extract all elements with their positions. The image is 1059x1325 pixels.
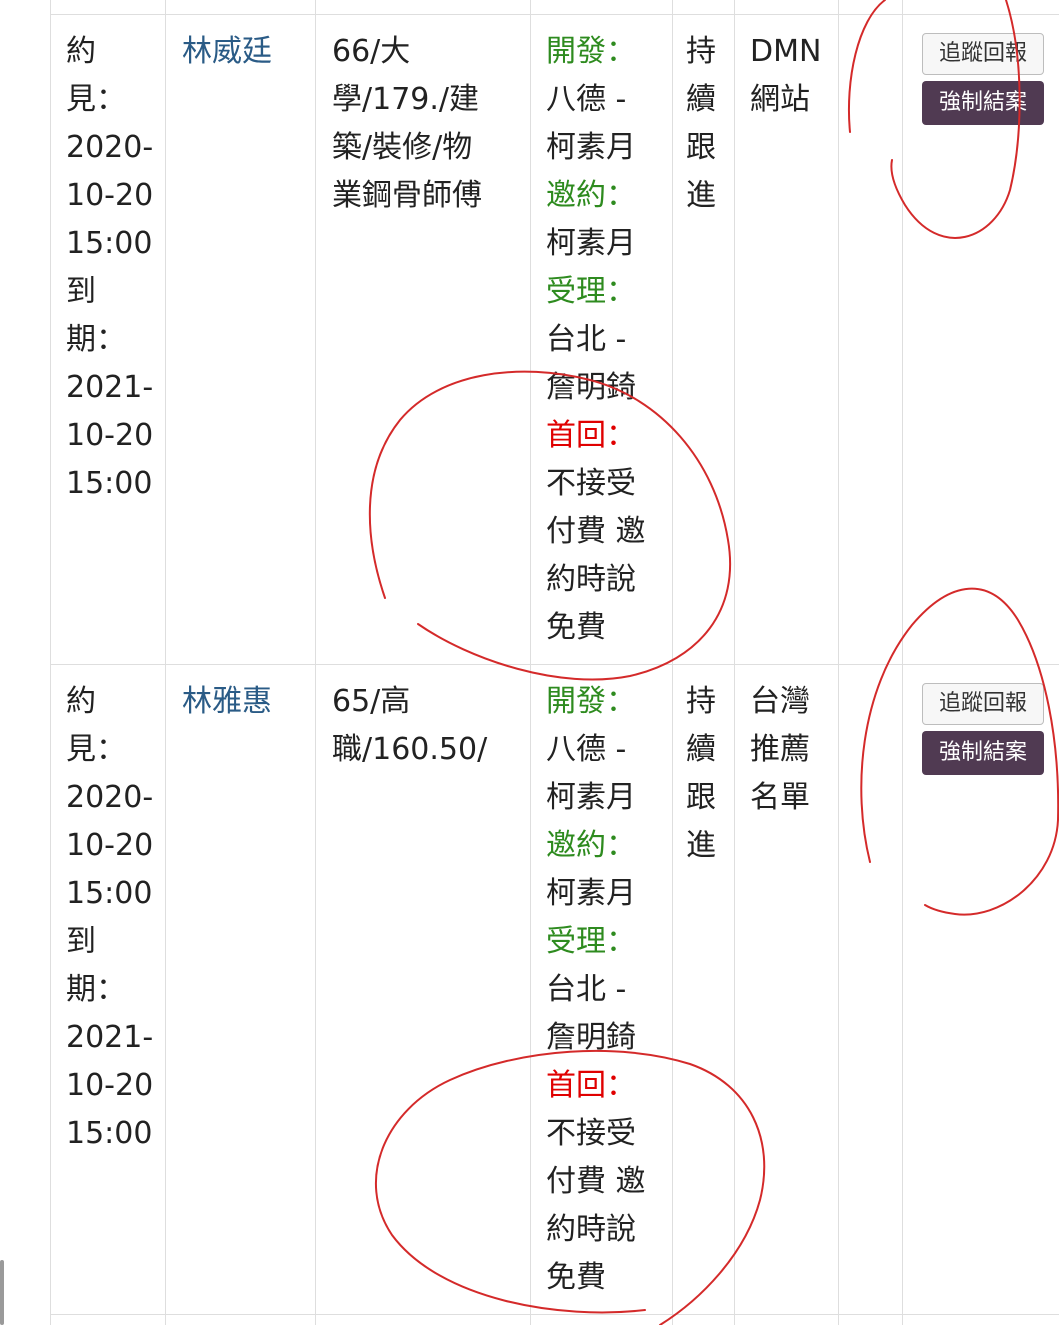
scroll-indicator[interactable] <box>0 1260 4 1325</box>
column-divider <box>315 0 316 1325</box>
force-close-button[interactable]: 強制結案 <box>922 81 1044 125</box>
column-divider <box>902 0 903 1325</box>
column-divider <box>165 0 166 1325</box>
staff-cell: 開發： 八德 - 柯素月 邀約： 柯素月 受理： 台北 - 詹明錡 首回： 不接… <box>546 28 666 652</box>
handler-label: 受理： <box>546 274 636 309</box>
inviter-label: 邀約： <box>546 178 636 213</box>
source-cell: 台灣 推薦 名單 <box>750 684 810 815</box>
annotation-circle <box>847 0 886 133</box>
appointment-date-cell: 約 見： 2020- 10-20 15:00 到 期： 2021- 10-20 … <box>66 684 154 1151</box>
first-reply-label: 首回： <box>546 1068 636 1103</box>
column-divider <box>530 0 531 1325</box>
track-report-button[interactable]: 追蹤回報 <box>922 33 1044 75</box>
column-divider <box>734 0 735 1325</box>
column-divider <box>672 0 673 1325</box>
first-reply-label: 首回： <box>546 418 636 453</box>
developer-label: 開發： <box>546 684 636 719</box>
column-divider <box>838 0 839 1325</box>
appointment-date-cell: 約 見： 2020- 10-20 15:00 到 期： 2021- 10-20 … <box>66 34 154 501</box>
status-cell: 持 續 跟 進 <box>686 34 716 213</box>
track-report-button[interactable]: 追蹤回報 <box>922 683 1044 725</box>
inviter-label: 邀約： <box>546 828 636 863</box>
table-border-left <box>50 0 51 1325</box>
member-profile-cell: 65/高 職/160.50/ <box>332 684 488 767</box>
member-name-link[interactable]: 林雅惠 <box>182 678 312 726</box>
force-close-button[interactable]: 強制結案 <box>922 731 1044 775</box>
left-margin <box>0 0 50 1325</box>
staff-cell: 開發： 八德 - 柯素月 邀約： 柯素月 受理： 台北 - 詹明錡 首回： 不接… <box>546 678 666 1302</box>
source-cell: DMN 網站 <box>750 34 822 117</box>
handler-label: 受理： <box>546 924 636 959</box>
member-name-link[interactable]: 林威廷 <box>182 28 312 76</box>
developer-label: 開發： <box>546 34 636 69</box>
row-divider <box>50 664 1059 665</box>
row-divider <box>50 1314 1059 1315</box>
status-cell: 持 續 跟 進 <box>686 684 716 863</box>
row-divider <box>50 14 1059 15</box>
member-profile-cell: 66/大 學/179./建 築/裝修/物 業鋼骨師傅 <box>332 34 482 213</box>
